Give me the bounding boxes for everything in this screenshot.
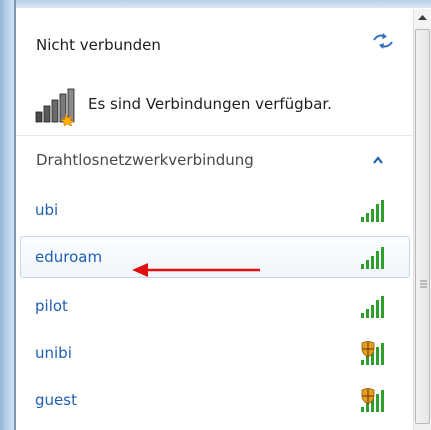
network-name: pilot <box>35 297 68 315</box>
network-item-guest[interactable]: guest <box>20 379 410 421</box>
red-arrow-icon <box>132 263 260 277</box>
network-name: eduroam <box>35 248 103 266</box>
scroll-thumb[interactable] <box>415 29 430 424</box>
scroll-up-arrow-icon[interactable] <box>414 9 431 27</box>
network-item-ubi[interactable]: ubi <box>20 189 410 231</box>
signal-strength-icon <box>361 200 384 222</box>
network-item-pilot[interactable]: pilot <box>20 285 410 327</box>
availability-status: Es sind Verbindungen verfügbar. <box>34 88 394 126</box>
availability-text: Es sind Verbindungen verfügbar. <box>88 95 332 113</box>
wireless-section-title: Drahtlosnetzwerkverbindung <box>36 151 254 169</box>
chevron-up-icon[interactable] <box>372 155 384 165</box>
connection-status-title: Nicht verbunden <box>36 36 161 54</box>
scroll-grip-icon <box>420 280 427 288</box>
network-bars-starburst-icon <box>35 88 75 126</box>
vertical-scrollbar[interactable] <box>413 9 431 430</box>
network-name: guest <box>35 391 77 409</box>
secured-signal-icon <box>361 388 384 412</box>
network-flyout: Nicht verbunden Es sind Verbindungen ver… <box>16 9 413 430</box>
signal-strength-icon <box>361 296 384 318</box>
network-name: unibi <box>35 344 72 362</box>
network-item-unibi[interactable]: unibi <box>20 332 410 374</box>
window-frame-top <box>0 0 431 8</box>
divider <box>16 135 413 136</box>
secured-signal-icon <box>361 341 384 365</box>
network-refresh-icon[interactable] <box>371 31 395 51</box>
signal-strength-icon <box>361 247 384 269</box>
network-name: ubi <box>35 201 59 219</box>
